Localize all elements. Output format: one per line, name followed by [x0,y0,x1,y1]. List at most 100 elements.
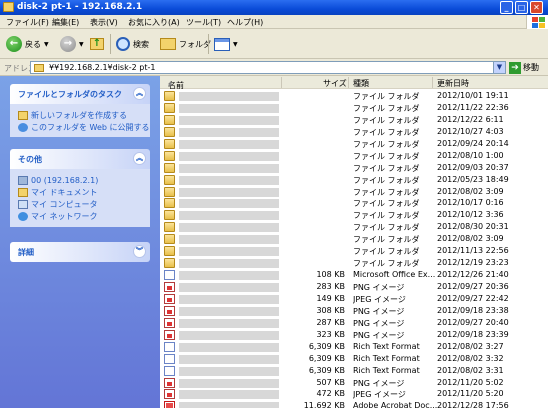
file-row[interactable]: ファイル フォルダ 2012/12/22 6:11 [160,114,548,126]
menu-tools[interactable]: ツール(T) [186,17,221,28]
file-row[interactable]: 323 KB PNG イメージ 2012/09/18 23:39 [160,329,548,341]
back-button[interactable]: ← 戻る ▼ [6,35,49,53]
expand-icon[interactable]: ︾ [133,245,146,258]
menu-file[interactable]: ファイル(F) [6,17,49,28]
maximize-button[interactable]: □ [515,1,528,14]
folders-button[interactable]: フォルダ [160,35,211,53]
file-row[interactable]: 108 KB Microsoft Office Ex... 2012/12/26 2… [160,269,548,281]
column-modified[interactable]: 更新日時 [437,78,469,89]
menu-favorites[interactable]: お気に入り(A) [128,17,180,28]
column-type[interactable]: 種類 [353,78,369,89]
file-name-redacted [179,366,279,376]
file-modified: 2012/09/27 22:42 [437,293,509,303]
file-row[interactable]: 287 KB PNG イメージ 2012/09/27 20:40 [160,317,548,329]
file-row[interactable]: ファイル フォルダ 2012/08/02 3:09 [160,186,548,198]
file-tasks-header[interactable]: ファイルとフォルダのタスク ︽ [10,84,150,104]
file-row[interactable]: ファイル フォルダ 2012/10/12 3:36 [160,209,548,221]
file-modified: 2012/12/28 17:56 [437,401,509,408]
image-file-icon [164,317,175,328]
column-size[interactable]: サイズ [323,78,347,89]
file-row[interactable]: ファイル フォルダ 2012/09/24 20:14 [160,138,548,150]
file-row[interactable]: ファイル フォルダ 2012/11/13 22:56 [160,245,548,257]
image-file-icon [164,377,175,388]
column-divider [432,77,433,88]
file-row[interactable]: ファイル フォルダ 2012/10/27 4:03 [160,126,548,138]
address-dropdown-button[interactable]: ▼ [493,62,505,73]
views-button[interactable]: ▼ [214,35,238,53]
file-row[interactable]: 283 KB PNG イメージ 2012/09/27 20:36 [160,281,548,293]
file-row[interactable]: 507 KB PNG イメージ 2012/11/20 5:02 [160,377,548,389]
file-name-redacted [179,318,279,328]
file-row[interactable]: 6,309 KB Rich Text Format 2012/08/02 3:32 [160,353,548,365]
task-publish-web-label: このフォルダを Web に公開する [31,122,150,132]
menu-view[interactable]: 表示(V) [90,17,118,28]
file-row[interactable]: ファイル フォルダ 2012/08/02 3:09 [160,233,548,245]
folder-icon [164,234,175,245]
task-publish-web[interactable]: このフォルダを Web に公開する [18,121,150,133]
folders-label: フォルダ [179,39,211,49]
file-modified: 2012/09/27 20:36 [437,282,509,291]
collapse-icon[interactable]: ︽ [133,87,146,100]
file-modified: 2012/08/02 3:09 [437,234,504,244]
details-header[interactable]: 詳細 ︾ [10,242,150,262]
menu-edit[interactable]: 編集(E) [52,17,79,28]
file-row[interactable]: ファイル フォルダ 2012/11/22 22:36 [160,102,548,114]
forward-button[interactable]: → ▼ [60,35,84,53]
file-row[interactable]: 472 KB JPEG イメージ 2012/11/20 5:20 [160,388,548,400]
place-network-share[interactable]: 00 (192.168.2.1) [18,174,142,186]
search-icon [116,37,130,51]
file-size: 507 KB [316,377,345,387]
go-button[interactable]: ➔ 移動 [509,61,539,74]
file-name-redacted [179,294,279,304]
up-folder-button[interactable]: ↑ [90,35,104,53]
folder-icon [164,174,175,185]
place-my-network[interactable]: マイ ネットワーク [18,210,142,222]
file-name-redacted [179,306,279,316]
file-name-redacted [179,199,279,209]
file-name-redacted [179,271,279,281]
folder-icon [164,222,175,233]
other-places-header[interactable]: その他 ︽ [10,149,150,169]
toolbar-separator [208,34,209,54]
file-row[interactable]: 11,692 KB Adobe Acrobat Doc... 2012/12/28 … [160,400,548,408]
file-size: 11,692 KB [303,401,345,408]
place-my-computer[interactable]: マイ コンピュータ [18,198,142,210]
column-divider [348,77,349,88]
file-name-redacted [179,175,279,185]
file-modified: 2012/12/19 23:23 [437,258,509,268]
collapse-icon[interactable]: ︽ [133,152,146,165]
file-tasks-panel: ファイルとフォルダのタスク ︽ 新しいフォルダを作成する このフォルダを Web… [10,84,150,137]
other-places-panel: その他 ︽ 00 (192.168.2.1) マイ ドキュメント マイ コンピュ… [10,149,150,227]
file-row[interactable]: ファイル フォルダ 2012/08/30 20:31 [160,221,548,233]
file-row[interactable]: ファイル フォルダ 2012/09/03 20:37 [160,162,548,174]
task-new-folder[interactable]: 新しいフォルダを作成する [18,109,142,121]
file-size: 149 KB [316,293,345,303]
other-places-body: 00 (192.168.2.1) マイ ドキュメント マイ コンピュータ マイ … [10,169,150,227]
file-name-redacted [179,92,279,101]
place-my-documents[interactable]: マイ ドキュメント [18,186,142,198]
close-button[interactable]: ✕ [530,1,543,14]
file-row[interactable]: ファイル フォルダ 2012/12/19 23:23 [160,257,548,269]
back-label: 戻る [25,39,41,49]
file-row[interactable]: ファイル フォルダ 2012/10/01 19:11 [160,90,548,102]
file-row[interactable]: 6,309 KB Rich Text Format 2012/08/02 3:27 [160,341,548,353]
file-row[interactable]: 6,309 KB Rich Text Format 2012/08/02 3:31 [160,365,548,377]
file-row[interactable]: ファイル フォルダ 2012/08/10 1:00 [160,150,548,162]
file-name-redacted [179,342,279,352]
chevron-down-icon: ▼ [79,40,84,48]
file-size: 6,309 KB [308,365,345,375]
up-folder-icon: ↑ [90,38,104,50]
file-row[interactable]: 308 KB PNG イメージ 2012/09/18 23:38 [160,305,548,317]
image-file-icon [164,329,175,340]
search-button[interactable]: 検索 [116,35,149,53]
other-places-title: その他 [18,155,42,164]
menu-help[interactable]: ヘルプ(H) [227,17,263,28]
file-row[interactable]: ファイル フォルダ 2012/10/17 0:16 [160,197,548,209]
file-name-redacted [179,163,279,173]
minimize-button[interactable]: _ [500,1,513,14]
folder-icon [164,138,175,149]
file-row[interactable]: 149 KB JPEG イメージ 2012/09/27 22:42 [160,293,548,305]
address-input[interactable]: ¥¥192.168.2.1¥disk-2 pt-1 ▼ [30,61,506,74]
forward-arrow-icon: → [60,36,76,52]
file-row[interactable]: ファイル フォルダ 2012/05/23 18:49 [160,174,548,186]
